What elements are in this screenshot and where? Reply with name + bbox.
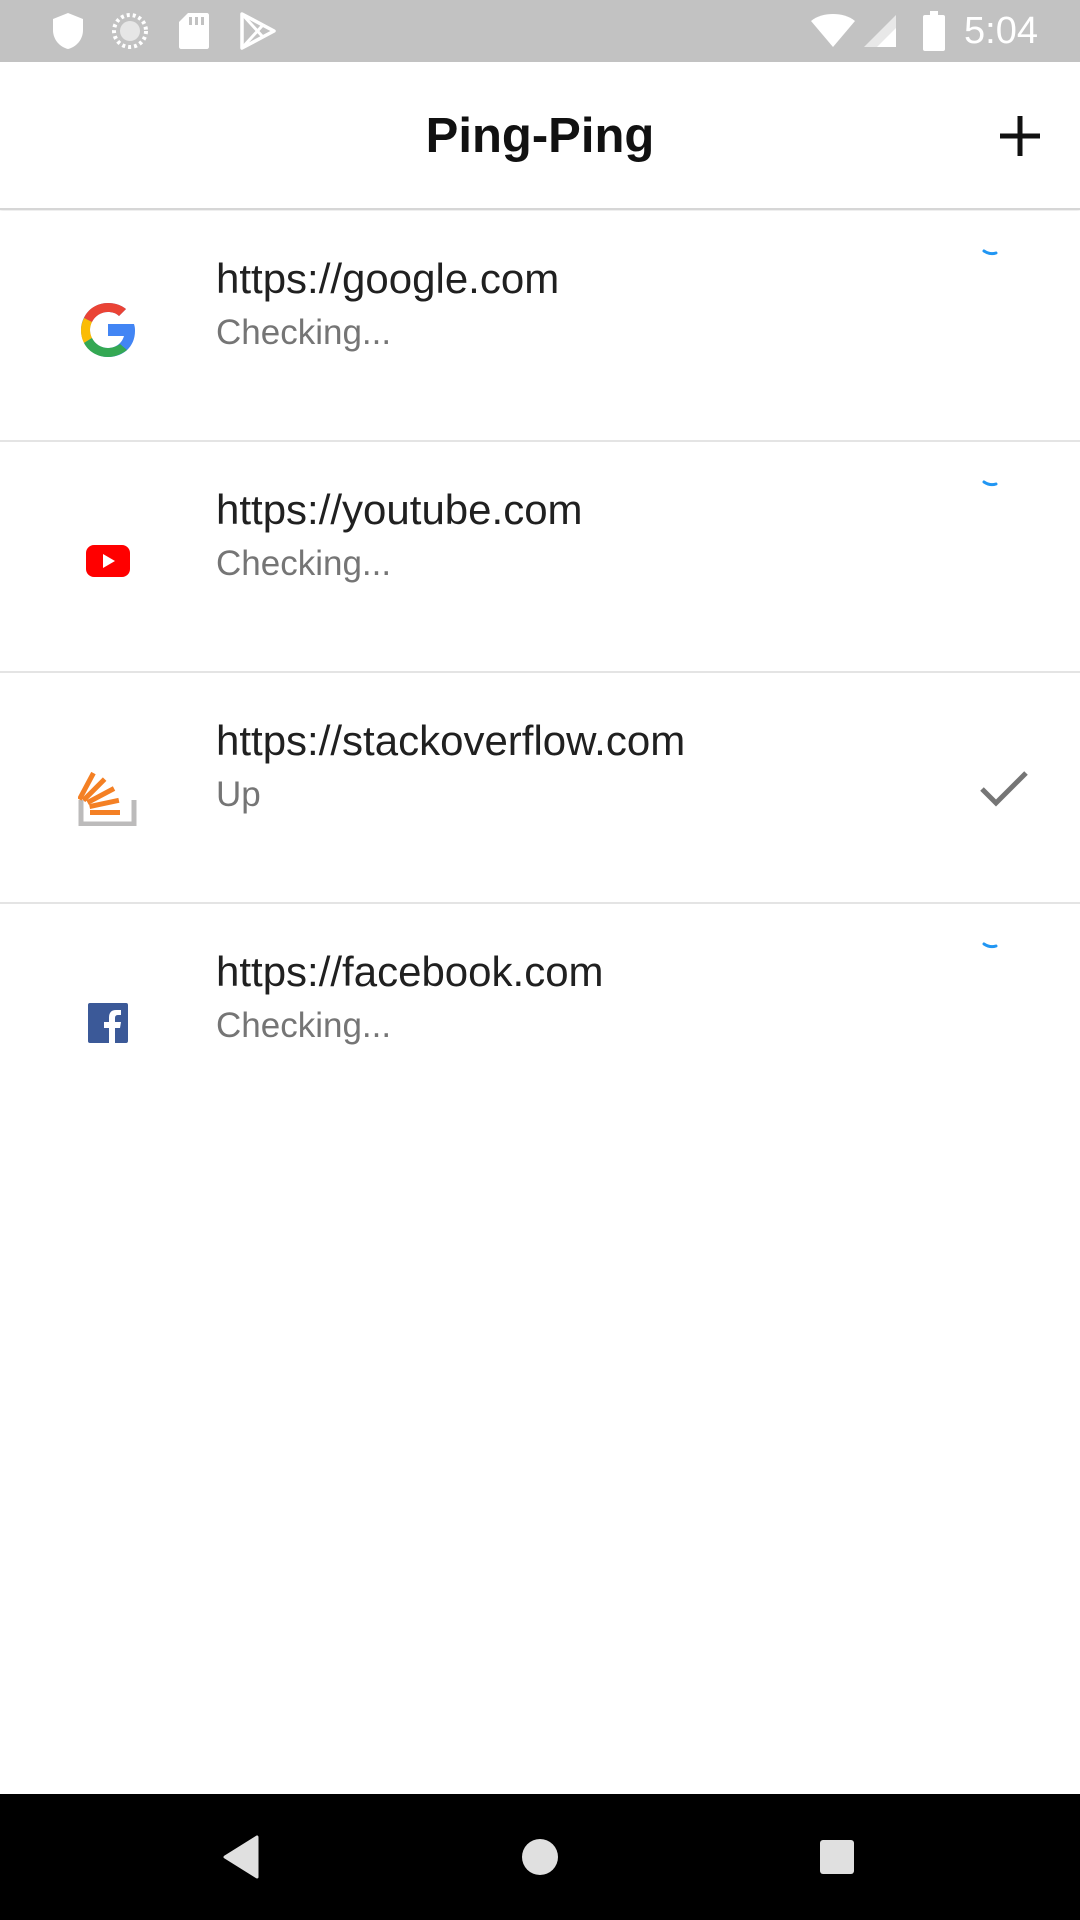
play-store-icon [238, 0, 278, 62]
page-title: Ping-Ping [425, 109, 655, 163]
site-url: https://youtube.com [216, 486, 583, 533]
site-url: https://facebook.com [216, 948, 604, 995]
back-icon[interactable] [206, 1822, 276, 1892]
list-item[interactable]: https://google.com Checking... [0, 211, 1080, 442]
sd-card-icon [176, 0, 212, 62]
loading-spinner [968, 478, 1040, 550]
site-status: Checking... [216, 544, 392, 583]
add-site-button[interactable] [984, 100, 1056, 172]
cell-signal-icon [862, 0, 898, 62]
list-item[interactable]: https://stackoverflow.com Up [0, 673, 1080, 904]
app-bar: Ping-Ping [0, 62, 1080, 210]
list-item[interactable]: https://youtube.com Checking... [0, 442, 1080, 673]
site-url: https://stackoverflow.com [216, 717, 686, 764]
site-list: https://google.com Checking... https://y… [0, 211, 1080, 1135]
navigation-bar [0, 1794, 1080, 1920]
list-item[interactable]: https://facebook.com Checking... [0, 904, 1080, 1135]
site-url: https://google.com [216, 255, 560, 302]
loading-spinner [968, 940, 1040, 1012]
facebook-icon [72, 987, 144, 1059]
site-status: Up [216, 775, 261, 814]
stackoverflow-icon [72, 756, 144, 828]
home-icon[interactable] [505, 1822, 575, 1892]
sync-circle-icon [108, 0, 152, 62]
recents-icon[interactable] [802, 1822, 872, 1892]
wifi-icon [810, 0, 856, 62]
status-time: 5:04 [964, 10, 1038, 52]
status-bar: 5:04 [0, 0, 1080, 62]
loading-spinner [968, 247, 1040, 319]
battery-icon [920, 0, 948, 62]
site-status: Checking... [216, 1006, 392, 1045]
shield-icon [50, 0, 86, 62]
check-icon [968, 753, 1040, 825]
site-status: Checking... [216, 313, 392, 352]
google-icon [72, 294, 144, 366]
youtube-icon [72, 525, 144, 597]
plus-icon [1000, 116, 1040, 156]
